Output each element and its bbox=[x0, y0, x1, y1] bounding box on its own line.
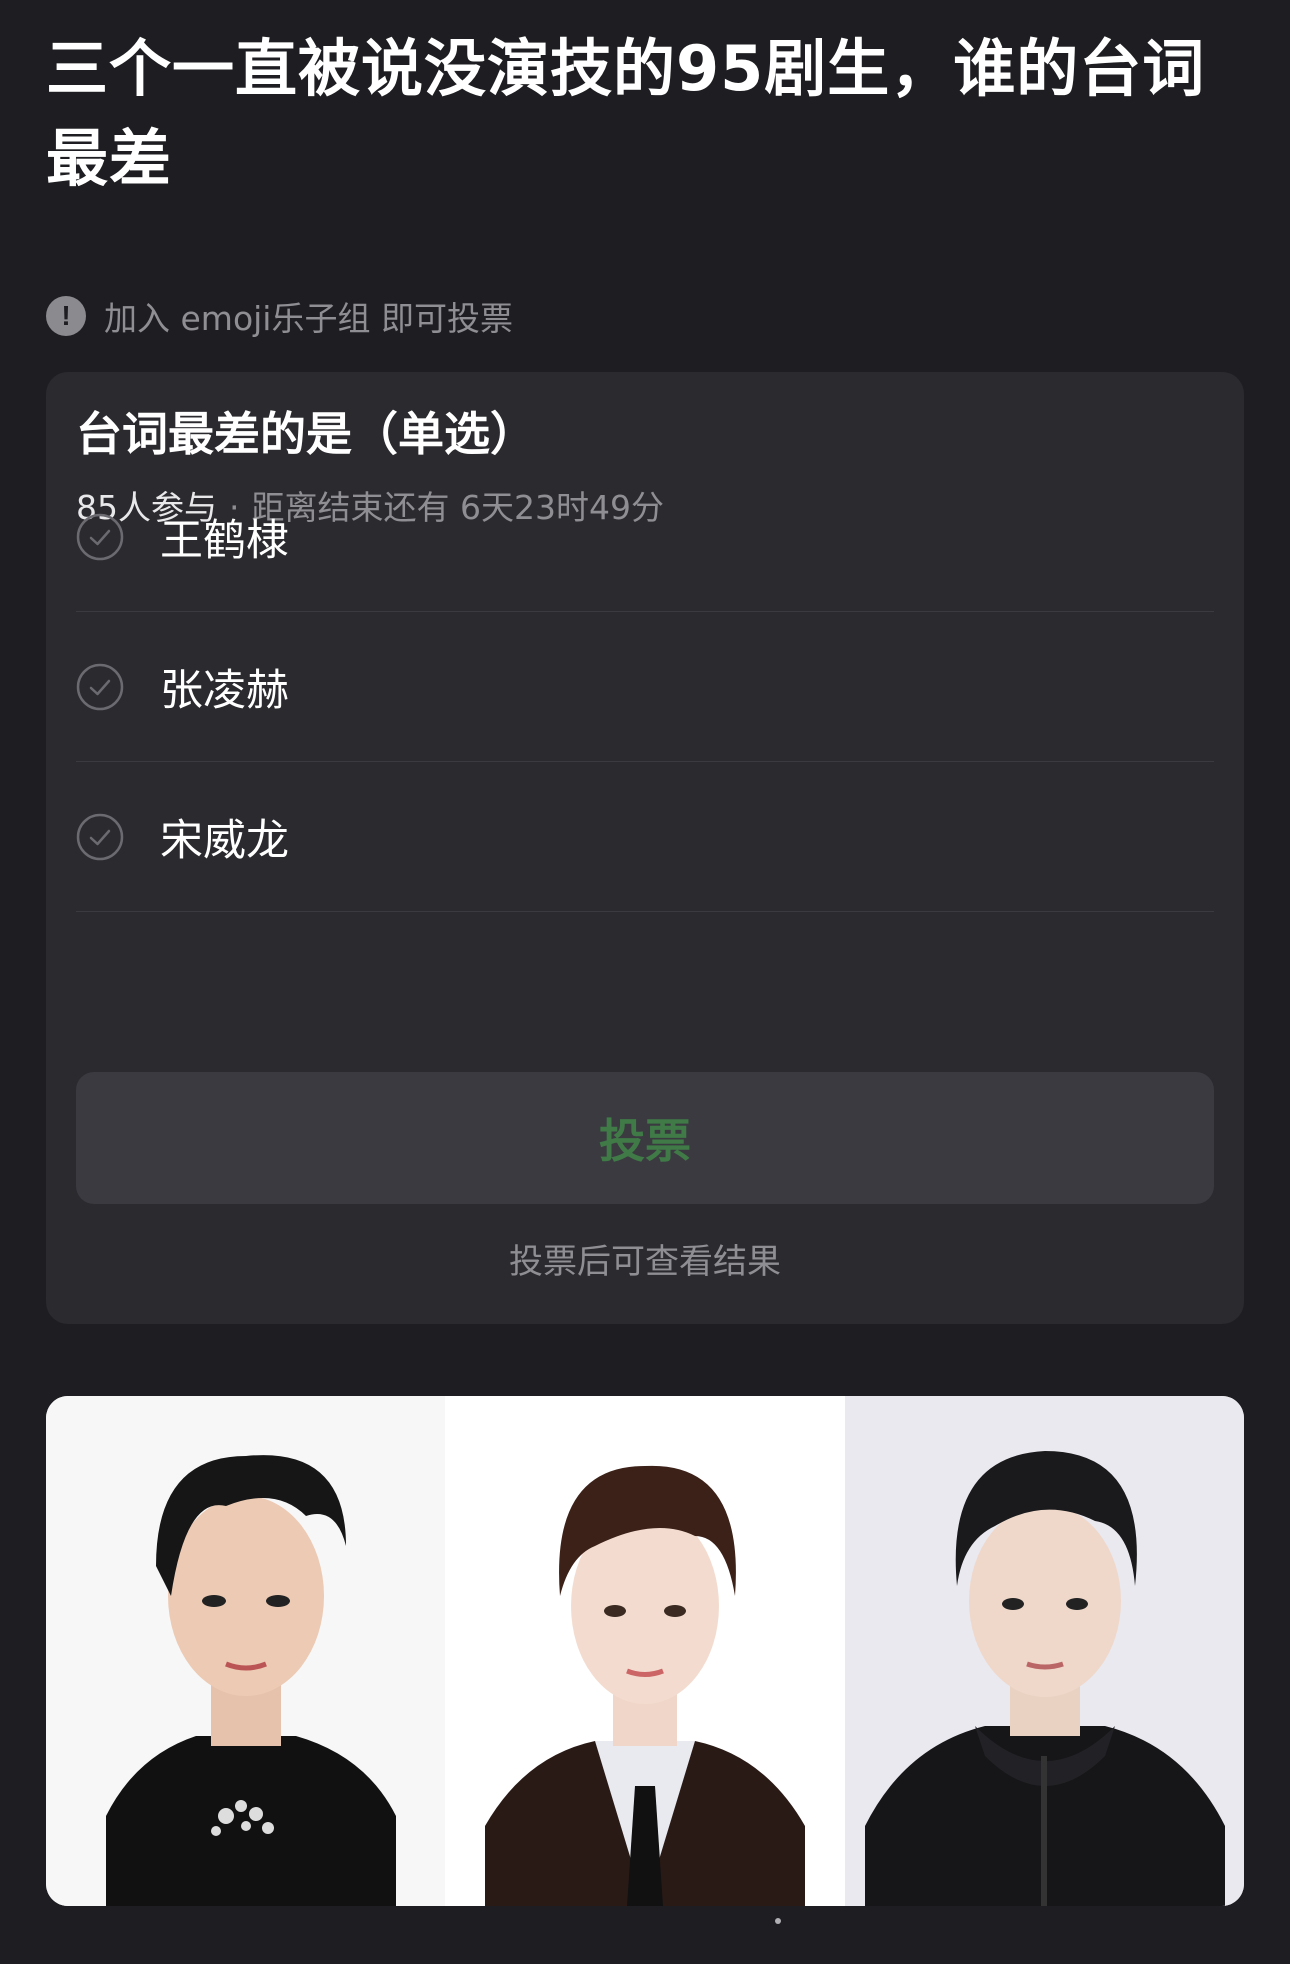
photo-2[interactable] bbox=[445, 1396, 845, 1906]
poll-option-1[interactable]: 王鹤棣 bbox=[76, 462, 1214, 612]
poll-option-3[interactable]: 宋威龙 bbox=[76, 762, 1214, 912]
poll-option-label: 宋威龙 bbox=[160, 815, 289, 866]
check-circle-icon bbox=[76, 813, 124, 860]
poll-option-label: 张凌赫 bbox=[160, 665, 289, 716]
page-indicator-dot bbox=[775, 1918, 781, 1924]
photo-3[interactable] bbox=[844, 1396, 1244, 1906]
poll-card: 台词最差的是（单选） 85人参与 · 距离结束还有 6天23时49分 王鹤棣 张… bbox=[46, 372, 1244, 1324]
check-circle-icon bbox=[76, 513, 124, 560]
photo-1[interactable] bbox=[46, 1396, 446, 1906]
poll-option-label: 王鹤棣 bbox=[160, 515, 289, 566]
notice-text: 加入 emoji乐子组 即可投票 bbox=[104, 299, 513, 338]
portrait-image bbox=[844, 1396, 1244, 1906]
vote-hint: 投票后可查看结果 bbox=[509, 1242, 781, 1282]
poll-option-2[interactable]: 张凌赫 bbox=[76, 612, 1214, 762]
portrait-image bbox=[46, 1396, 446, 1906]
check-circle-icon bbox=[76, 663, 124, 710]
portrait-image bbox=[445, 1396, 845, 1906]
vote-button[interactable]: 投票 bbox=[76, 1072, 1214, 1204]
post-title: 三个一直被说没演技的95剧生，谁的台词最差 bbox=[46, 32, 1206, 195]
join-group-notice[interactable]: ! 加入 emoji乐子组 即可投票 bbox=[46, 292, 513, 340]
exclamation-icon: ! bbox=[46, 296, 86, 336]
photo-strip[interactable] bbox=[46, 1396, 1244, 1906]
poll-question: 台词最差的是（单选） bbox=[76, 407, 536, 461]
